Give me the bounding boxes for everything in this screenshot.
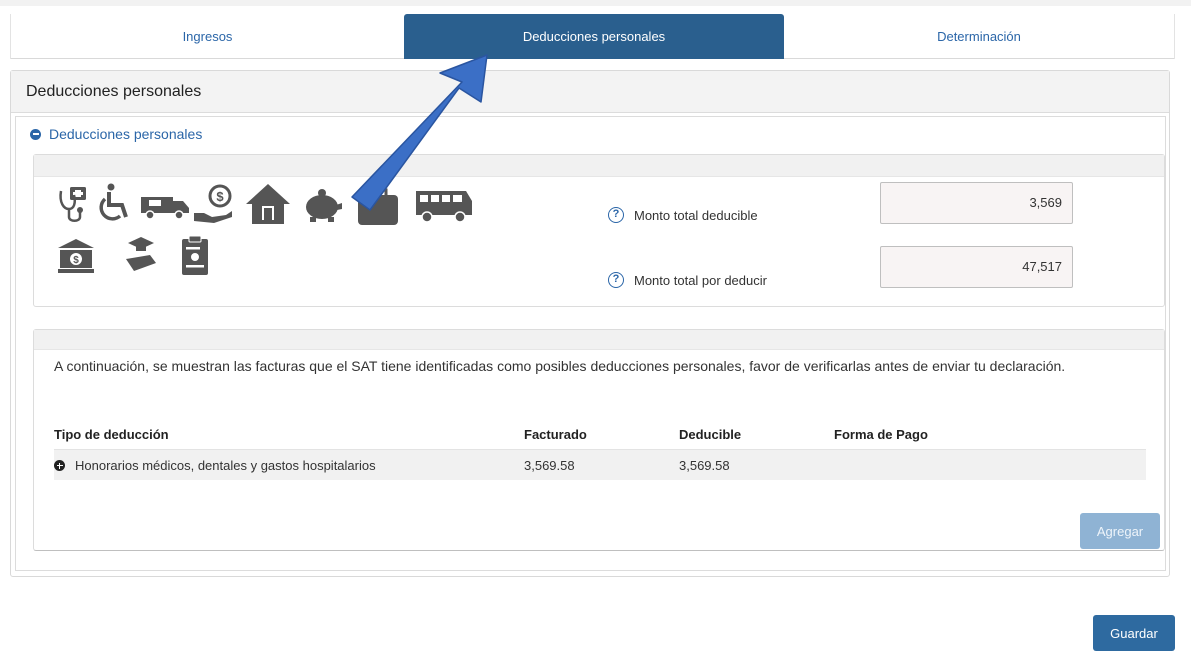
monto-por-deducir-field[interactable]: 47,517	[880, 246, 1073, 288]
tab-determinacion[interactable]: Determinación	[784, 14, 1175, 59]
tab-bar: Ingresos Deducciones personales Determin…	[10, 14, 1175, 59]
panel-title: Deducciones personales	[11, 71, 1169, 113]
box-header	[34, 155, 1164, 177]
section-toggle[interactable]: Deducciones personales	[30, 126, 202, 142]
donation-icon[interactable]: $	[192, 183, 238, 225]
invoices-notice: A continuación, se muestran las facturas…	[54, 358, 1066, 374]
table-row[interactable]: Honorarios médicos, dentales y gastos ho…	[54, 449, 1146, 480]
row-tipo: Honorarios médicos, dentales y gastos ho…	[75, 458, 376, 473]
expand-icon[interactable]	[54, 460, 65, 471]
bus-icon[interactable]	[412, 187, 476, 223]
col-facturado: Facturado	[524, 427, 587, 442]
col-forma-pago: Forma de Pago	[834, 427, 928, 442]
tab-ingresos[interactable]: Ingresos	[10, 14, 404, 59]
svg-text:$: $	[73, 255, 79, 266]
help-icon[interactable]: ?	[608, 272, 624, 288]
deducciones-section: Deducciones personales $ $ ? Monto total…	[15, 116, 1166, 571]
briefcase-icon[interactable]	[356, 187, 400, 227]
row-tipo-cell: Honorarios médicos, dentales y gastos ho…	[54, 450, 376, 481]
box-header	[34, 330, 1164, 350]
monto-deducible-label-row: ? Monto total deducible	[608, 207, 758, 223]
svg-text:$: $	[216, 189, 224, 204]
monto-deducible-field[interactable]: 3,569	[880, 182, 1073, 224]
bank-icon[interactable]: $	[56, 237, 96, 275]
deduction-categories-box: $ $ ? Monto total deducible 3,569 ? Mont…	[33, 154, 1165, 307]
col-deducible: Deducible	[679, 427, 742, 442]
clipboard-icon[interactable]	[180, 235, 210, 277]
col-tipo-deduccion: Tipo de deducción	[54, 427, 169, 442]
invoices-box: A continuación, se muestran las facturas…	[33, 329, 1165, 551]
add-button[interactable]: Agregar	[1080, 513, 1160, 549]
monto-deducible-label: Monto total deducible	[634, 207, 758, 223]
wheelchair-icon[interactable]	[98, 183, 132, 225]
ambulance-icon[interactable]	[139, 191, 191, 221]
graduation-icon[interactable]	[122, 235, 160, 275]
row-facturado: 3,569.58	[524, 458, 575, 473]
save-button[interactable]: Guardar	[1093, 615, 1175, 651]
piggy-bank-icon[interactable]	[300, 187, 344, 223]
help-icon[interactable]: ?	[608, 207, 624, 223]
collapse-icon	[30, 128, 41, 140]
top-strip	[0, 0, 1191, 6]
row-deducible: 3,569.58	[679, 458, 730, 473]
monto-por-deducir-label: Monto total por deducir	[634, 272, 767, 288]
tab-deducciones-personales[interactable]: Deducciones personales	[404, 14, 784, 59]
section-title: Deducciones personales	[49, 126, 203, 142]
deducciones-panel: Deducciones personales Deducciones perso…	[10, 70, 1170, 577]
medical-icon[interactable]	[56, 185, 96, 225]
house-icon[interactable]	[244, 182, 292, 226]
monto-por-deducir-label-row: ? Monto total por deducir	[608, 272, 767, 288]
